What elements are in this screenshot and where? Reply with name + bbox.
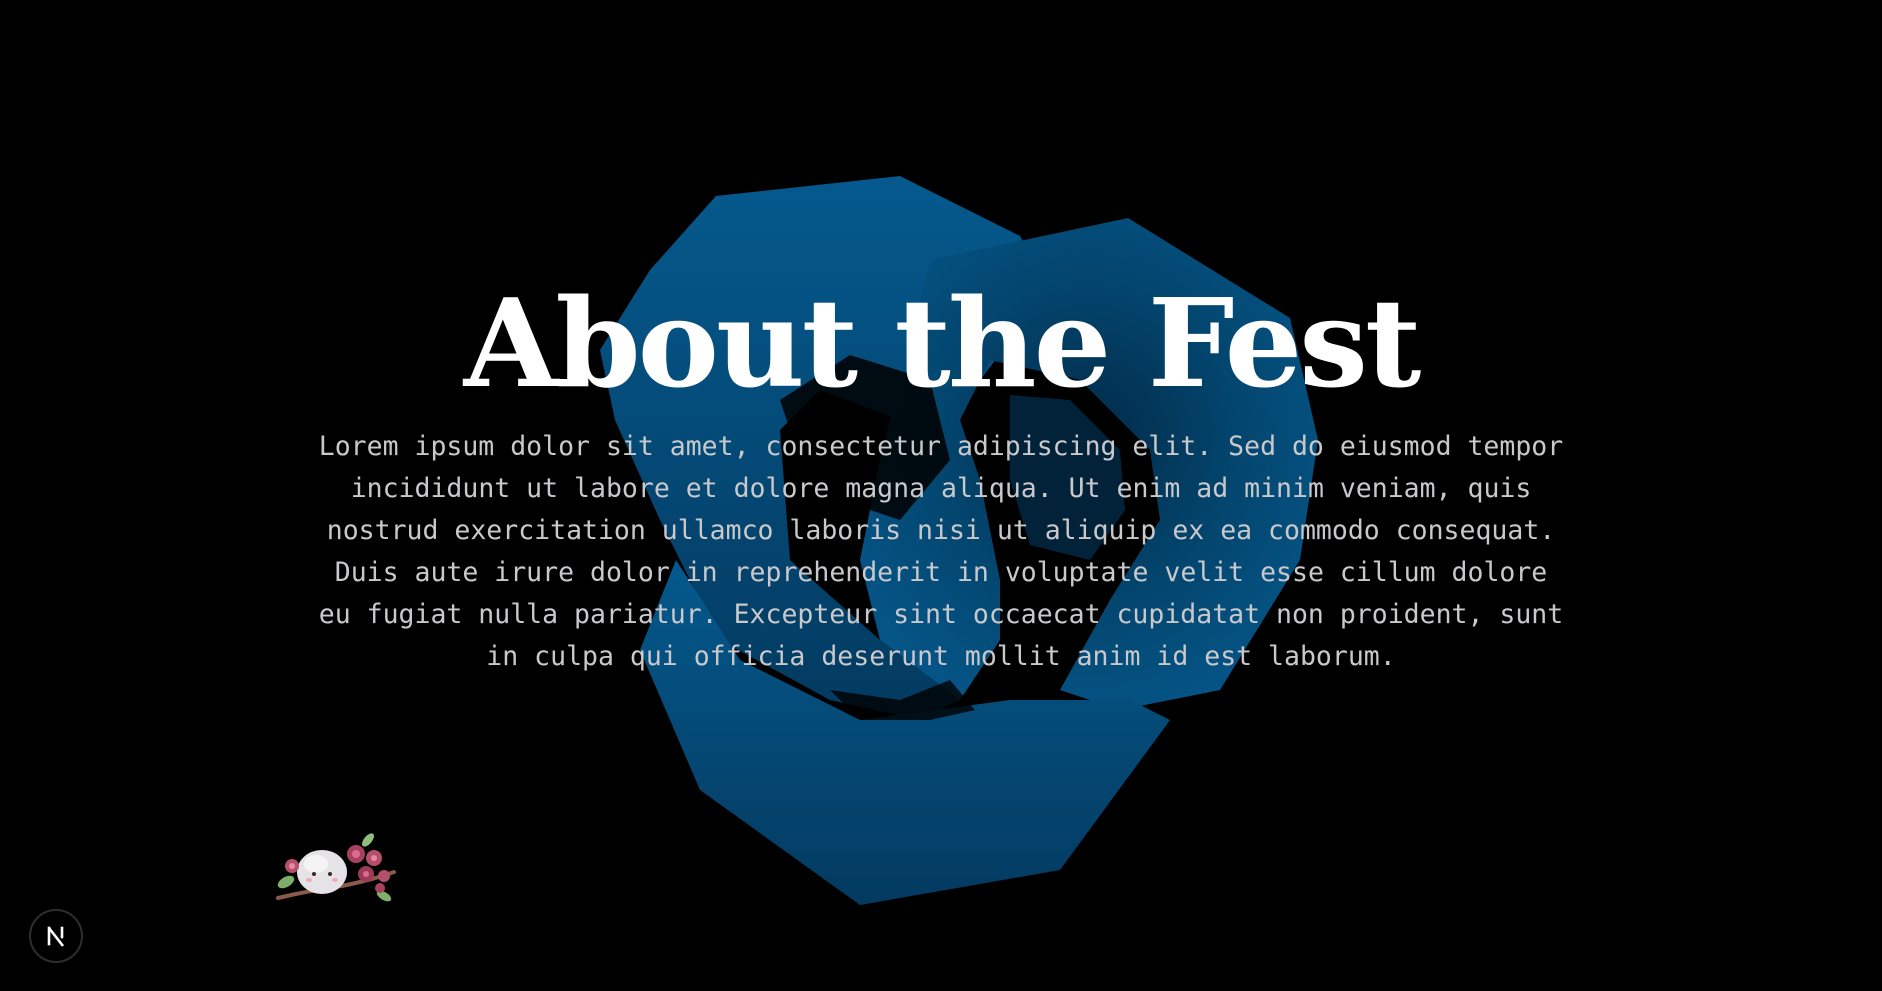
nextjs-logo-icon [47, 926, 65, 947]
mochi-with-flowers-icon [276, 833, 396, 902]
about-section: About the Fest Lorem ipsum dolor sit ame… [0, 0, 1882, 991]
nextjs-dev-badge[interactable] [29, 909, 83, 963]
about-description: Lorem ipsum dolor sit amet, consectetur … [318, 431, 1564, 672]
page-title: About the Fest [463, 271, 1422, 415]
